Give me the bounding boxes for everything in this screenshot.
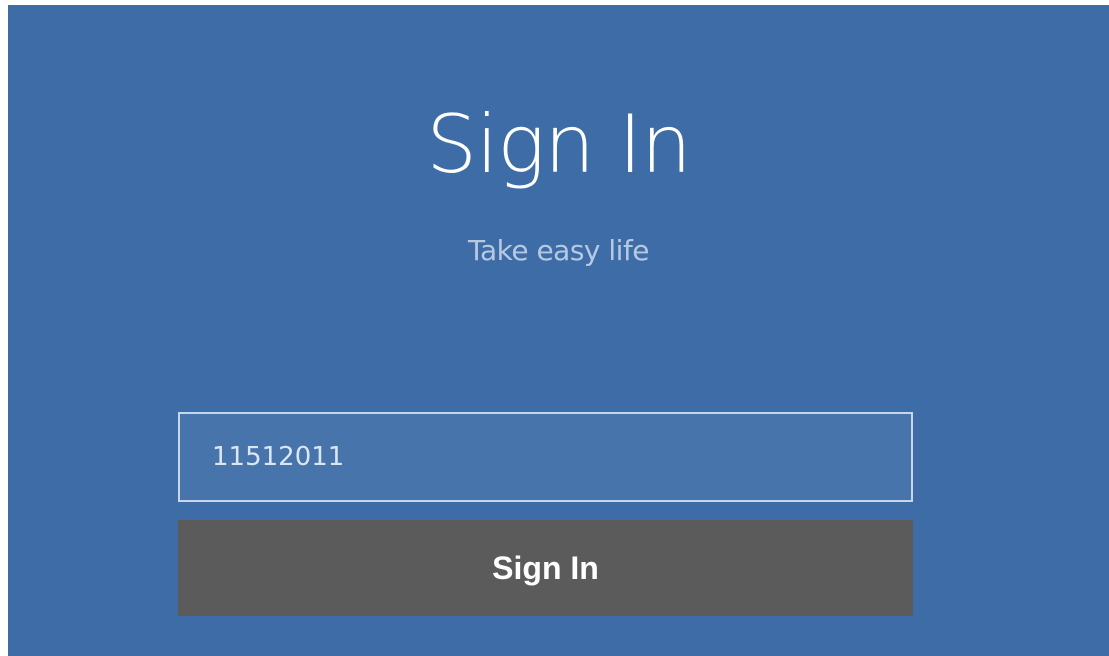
sign-in-button[interactable]: Sign In	[178, 520, 913, 616]
id-field-container	[178, 412, 913, 502]
page-subtitle: Take easy life	[467, 234, 650, 267]
page-title: Sign In	[426, 98, 691, 191]
id-input[interactable]	[180, 414, 911, 500]
signin-panel: Sign In Take easy life Sign In	[8, 5, 1109, 656]
